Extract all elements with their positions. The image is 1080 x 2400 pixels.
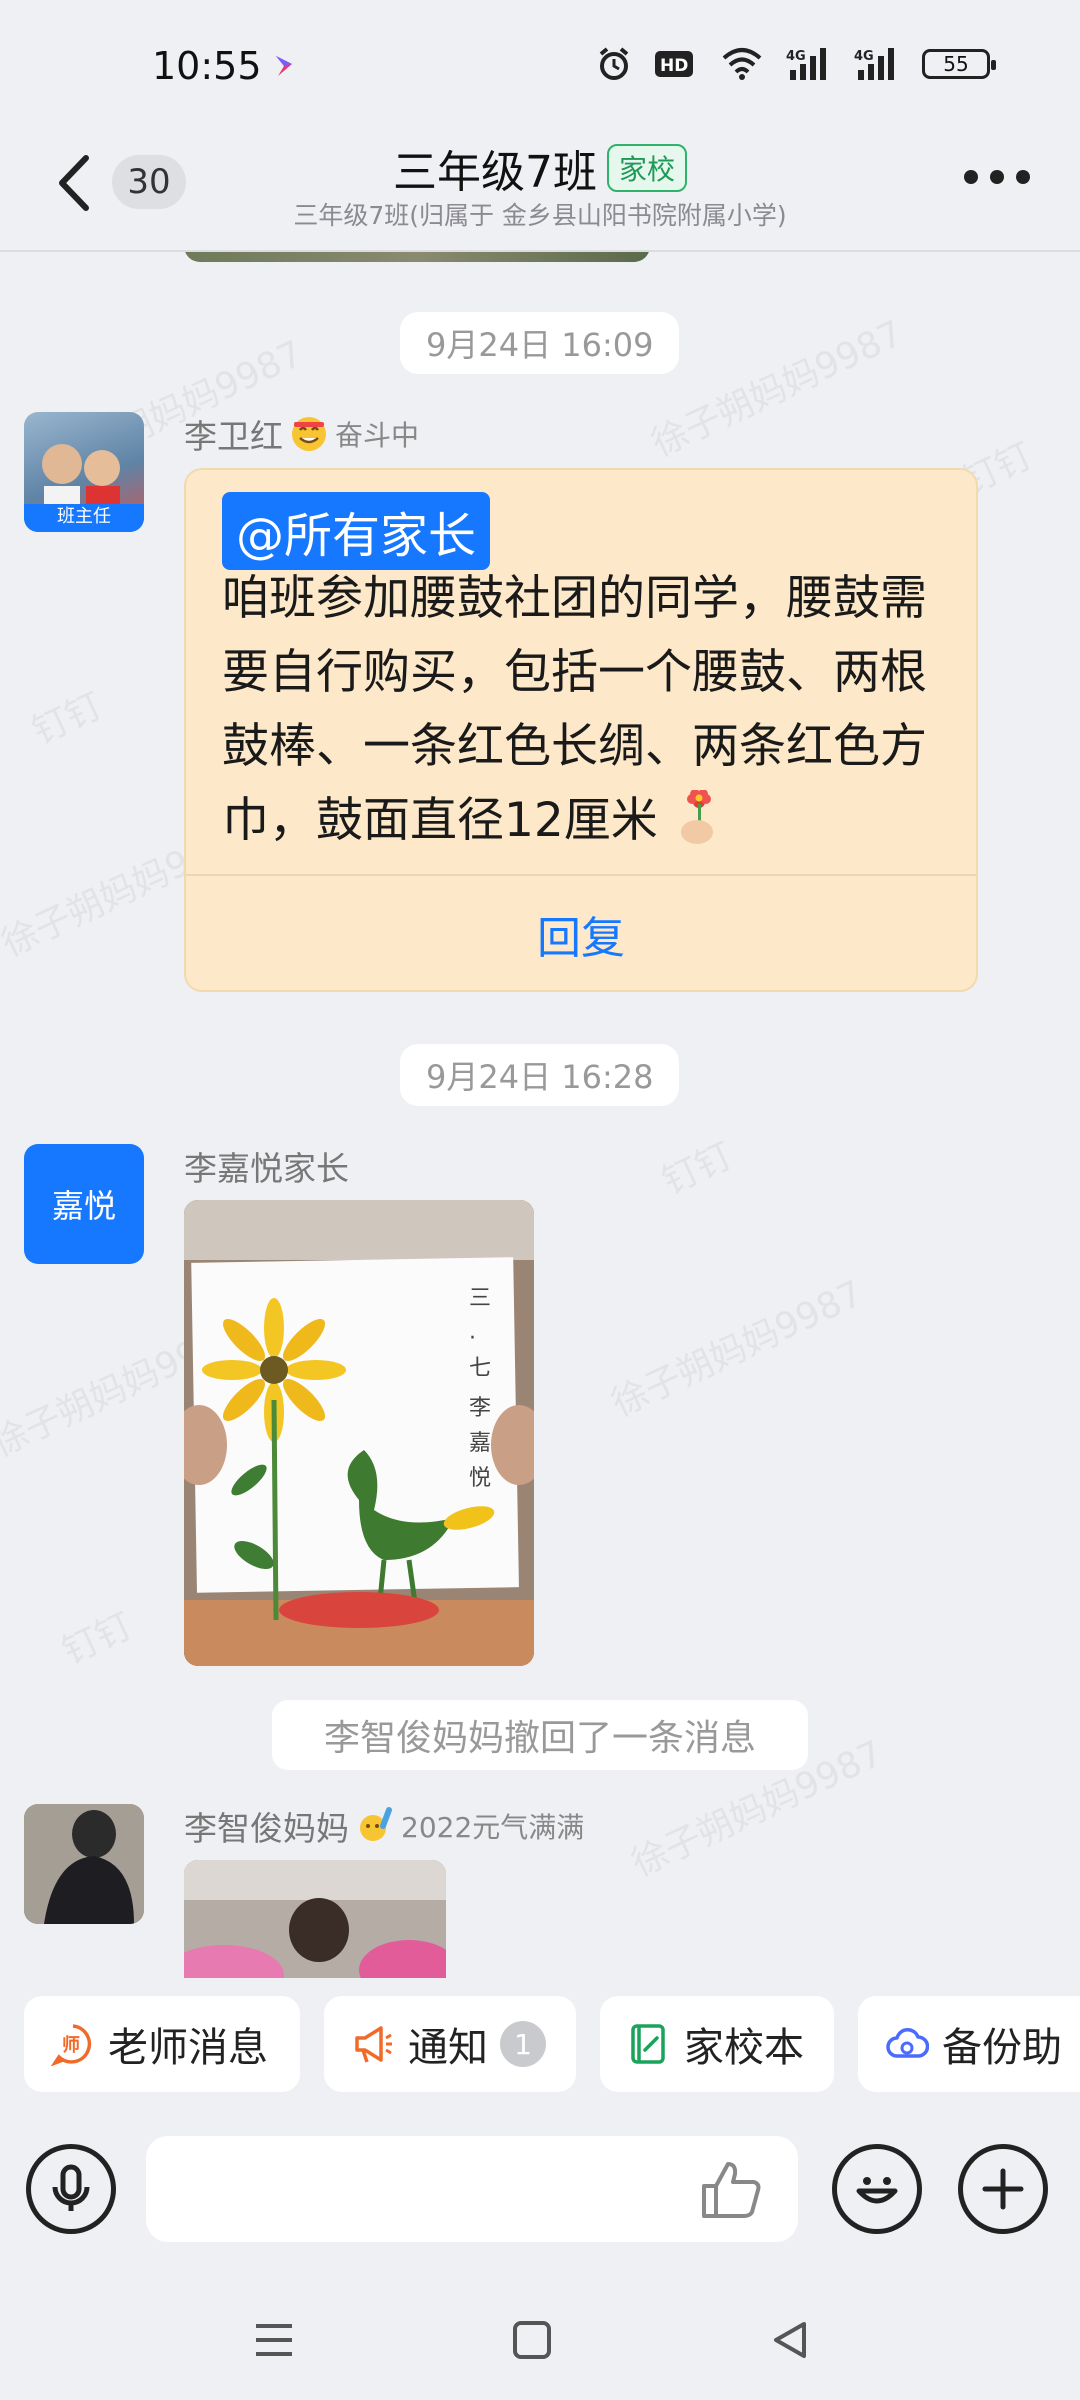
- avatar-initials: 嘉悦: [51, 1187, 116, 1225]
- avatar[interactable]: 嘉悦: [24, 1144, 144, 1264]
- svg-text:4G: 4G: [786, 49, 806, 64]
- back-nav-button[interactable]: [760, 2310, 820, 2370]
- avatar-photo: [24, 1804, 144, 1924]
- wifi-icon: [722, 48, 762, 80]
- recall-notice: 李智俊妈妈撤回了一条消息: [272, 1700, 808, 1770]
- message-text-content: 咱班参加腰鼓社团的同学，腰鼓需要自行购买，包括一个腰鼓、两根鼓棒、一条红色长绸、…: [222, 571, 927, 848]
- menu-nav-button[interactable]: [244, 2310, 304, 2370]
- chip-label: 老师消息: [108, 2025, 268, 2071]
- sender-row: 李智俊妈妈 2022元气满满: [184, 1802, 584, 1850]
- title-row: 三年级7班 家校: [0, 136, 1080, 200]
- dot-icon: [990, 170, 1004, 184]
- avatar[interactable]: [24, 1804, 144, 1924]
- svg-text:师: 师: [62, 2034, 80, 2056]
- microphone-icon: [52, 2164, 90, 2211]
- voice-button[interactable]: [26, 2144, 116, 2234]
- svg-text:HD: HD: [660, 56, 688, 76]
- app-notification-icon: [276, 56, 292, 76]
- previous-image-message[interactable]: [184, 252, 650, 262]
- backup-assistant-button[interactable]: 备份助: [858, 1996, 1080, 2092]
- flower-hand-icon: [680, 789, 713, 844]
- add-attachment-button[interactable]: [958, 2144, 1048, 2234]
- smiley-icon: [856, 2177, 898, 2204]
- sender-status: 2022元气满满: [401, 1811, 585, 1844]
- notice-message-card[interactable]: @所有家长 咱班参加腰鼓社团的同学，腰鼓需要自行购买，包括一个腰鼓、两根鼓棒、一…: [184, 468, 978, 992]
- chip-label: 家校本: [684, 2025, 804, 2071]
- teacher-icon: 师: [50, 2021, 96, 2067]
- image-message[interactable]: [184, 1860, 446, 1978]
- megaphone-icon: [350, 2021, 396, 2067]
- timestamp-pill: 9月24日 16:28: [400, 1044, 680, 1106]
- avatar-role-badge: 班主任: [57, 506, 111, 527]
- system-navigation-bar: [0, 2280, 1080, 2400]
- signal-4g-icon: 4G: [786, 48, 826, 80]
- notice-count-badge: 1: [500, 2021, 546, 2067]
- svg-text:嘉: 嘉: [469, 1431, 491, 1456]
- sender-row: 李卫红 奋斗中: [184, 410, 419, 458]
- sender-row: 李嘉悦家长: [184, 1142, 349, 1190]
- message-input-bar: [0, 2130, 1080, 2250]
- chat-message-list[interactable]: 9月24日 16:09 班主任 李卫红 奋斗中 @所有家长 咱班参加腰鼓社团的同…: [0, 252, 1080, 1978]
- timestamp-pill: 9月24日 16:09: [400, 312, 680, 374]
- reply-button[interactable]: 回复: [186, 876, 976, 992]
- battery-icon: 55: [922, 49, 996, 79]
- svg-text:悦: 悦: [469, 1466, 491, 1491]
- sender-name[interactable]: 李嘉悦家长: [184, 1142, 349, 1190]
- triangle-back-icon: [774, 2322, 806, 2358]
- raising-hand-icon: [360, 1807, 392, 1841]
- dot-icon: [1016, 170, 1030, 184]
- status-time: 10:55: [152, 44, 262, 88]
- smiling-face-icon: [292, 417, 326, 451]
- svg-text:4G: 4G: [854, 49, 874, 64]
- sender-name[interactable]: 李卫红: [184, 410, 283, 458]
- alarm-icon: [599, 47, 629, 80]
- page-title[interactable]: 三年级7班: [393, 136, 597, 200]
- hamburger-icon: [256, 2324, 292, 2356]
- quick-actions-bar[interactable]: 师 老师消息 通知 1 家校本 备份助: [0, 1996, 1080, 2096]
- sender-status: 奋斗中: [335, 419, 420, 452]
- page-subtitle: 三年级7班(归属于 金乡县山阳书院附属小学): [293, 201, 787, 230]
- svg-text:李: 李: [469, 1396, 491, 1421]
- status-bar: 10:55 HD 4G 4G 55: [0, 0, 1080, 130]
- avatar[interactable]: 班主任: [24, 412, 144, 532]
- sender-name[interactable]: 李智俊妈妈: [184, 1802, 349, 1850]
- home-school-book-button[interactable]: 家校本: [600, 1996, 834, 2092]
- teacher-messages-button[interactable]: 师 老师消息: [24, 1996, 300, 2092]
- more-options-button[interactable]: [964, 170, 1030, 184]
- cloud-backup-icon: [884, 2021, 930, 2067]
- thumbs-up-icon[interactable]: [698, 2158, 764, 2222]
- signal-4g-icon: 4G: [854, 48, 894, 80]
- message-text: 咱班参加腰鼓社团的同学，腰鼓需要自行购买，包括一个腰鼓、两根鼓棒、一条红色长绸、…: [222, 562, 952, 858]
- plus-icon: [982, 2168, 1024, 2210]
- leaf-art-photo: 三 · 七 李 嘉 悦: [184, 1200, 534, 1666]
- chip-label: 通知: [408, 2025, 488, 2071]
- hd-icon: HD: [655, 51, 693, 77]
- square-home-icon: [513, 2321, 551, 2359]
- svg-text:三: 三: [469, 1286, 491, 1311]
- notebook-icon: [626, 2021, 672, 2067]
- group-type-tag: 家校: [606, 144, 687, 192]
- svg-text:·: ·: [469, 1326, 476, 1351]
- image-message[interactable]: 三 · 七 李 嘉 悦: [184, 1200, 534, 1666]
- photo-thumbnail: [184, 1860, 446, 1978]
- svg-text:七: 七: [469, 1356, 491, 1381]
- notice-button[interactable]: 通知 1: [324, 1996, 576, 2092]
- chip-label: 备份助: [942, 2025, 1062, 2071]
- chat-header: 30 三年级7班 家校 三年级7班(归属于 金乡县山阳书院附属小学): [0, 130, 1080, 252]
- emoji-button[interactable]: [832, 2144, 922, 2234]
- dot-icon: [964, 170, 978, 184]
- home-nav-button[interactable]: [502, 2310, 562, 2370]
- mention-all-tag: @所有家长: [222, 492, 491, 570]
- status-icons: HD 4G 4G 55: [596, 46, 996, 82]
